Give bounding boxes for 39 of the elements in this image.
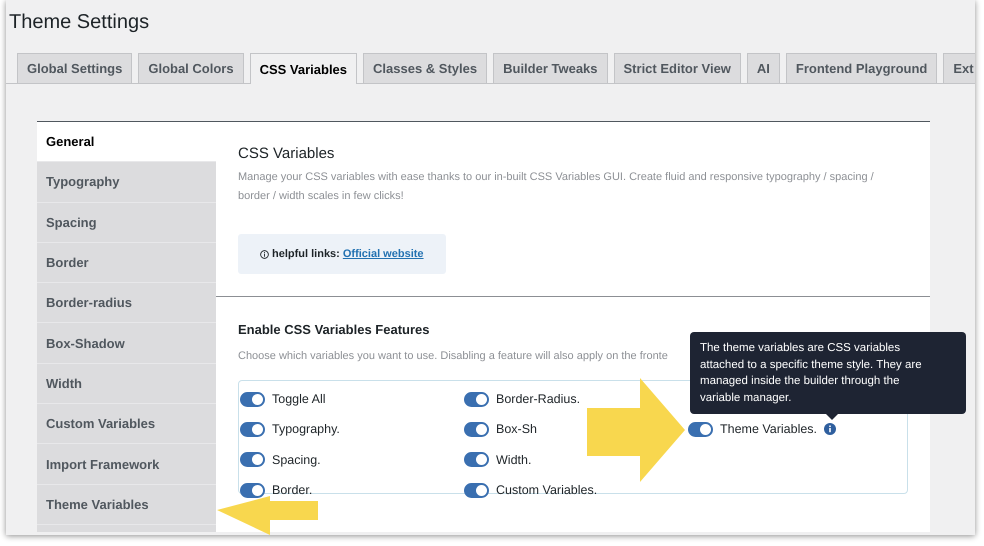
section-title: CSS Variables bbox=[238, 145, 336, 162]
section-description: Manage your CSS variables with ease thanks to our in-built CSS Variables GUI. Create fluid and responsive typography / spacing / border / width scales in few clicks! bbox=[238, 170, 875, 204]
tab[interactable]: Ext bbox=[943, 53, 975, 83]
tab[interactable]: CSS Variables bbox=[250, 53, 358, 84]
toggle-switch[interactable] bbox=[464, 422, 489, 437]
toggle-label: Spacing. bbox=[272, 452, 321, 467]
tab[interactable]: Strict Editor View bbox=[614, 53, 741, 83]
tooltip: The theme variables are CSS variables attached to a specific theme style. They are managed inside the builder through the variable manager. bbox=[690, 332, 966, 414]
page-title: Theme Settings bbox=[8, 10, 150, 35]
toggle-label: Toggle All bbox=[272, 392, 326, 406]
section-description: Choose which variables you want to use. Disabling a feature will also apply on the fronte bbox=[238, 349, 668, 364]
section-title: Enable CSS Variables Features bbox=[238, 322, 430, 337]
tab[interactable]: Global Settings bbox=[17, 53, 132, 83]
toggle-label: Custom Variables. bbox=[496, 483, 598, 498]
toggle-label: Border-Radius. bbox=[496, 392, 580, 406]
toggle-switch[interactable] bbox=[240, 422, 265, 437]
info-icon[interactable] bbox=[824, 423, 836, 436]
tooltip-pointer-icon bbox=[826, 414, 838, 420]
toggle-switch[interactable] bbox=[688, 422, 713, 437]
toggle-switch[interactable] bbox=[240, 392, 265, 407]
official-website-link[interactable]: Official website bbox=[342, 248, 424, 260]
tab[interactable]: Builder Tweaks bbox=[493, 53, 608, 83]
toggle-label: Border. bbox=[272, 483, 312, 498]
tab[interactable]: AI bbox=[746, 53, 780, 83]
info-icon bbox=[260, 250, 269, 258]
toggle-switch[interactable] bbox=[240, 482, 265, 498]
toggle-label: Width. bbox=[496, 452, 532, 467]
toggle-switch[interactable] bbox=[240, 452, 265, 468]
toggle-label: Box-Sh bbox=[496, 422, 537, 436]
toggle-switch[interactable] bbox=[464, 482, 489, 498]
toggle-switch[interactable] bbox=[464, 392, 489, 407]
sidebar-item[interactable]: General bbox=[37, 122, 216, 162]
tab[interactable]: Global Colors bbox=[138, 53, 244, 83]
tab[interactable]: Frontend Playground bbox=[786, 53, 938, 83]
tab[interactable]: Classes & Styles bbox=[363, 53, 488, 83]
toggle-switch[interactable] bbox=[464, 452, 489, 468]
toggle-label: Theme Variables. bbox=[720, 422, 818, 436]
toggle-label: Typography. bbox=[272, 422, 340, 436]
links-label: helpful links: bbox=[272, 248, 340, 260]
